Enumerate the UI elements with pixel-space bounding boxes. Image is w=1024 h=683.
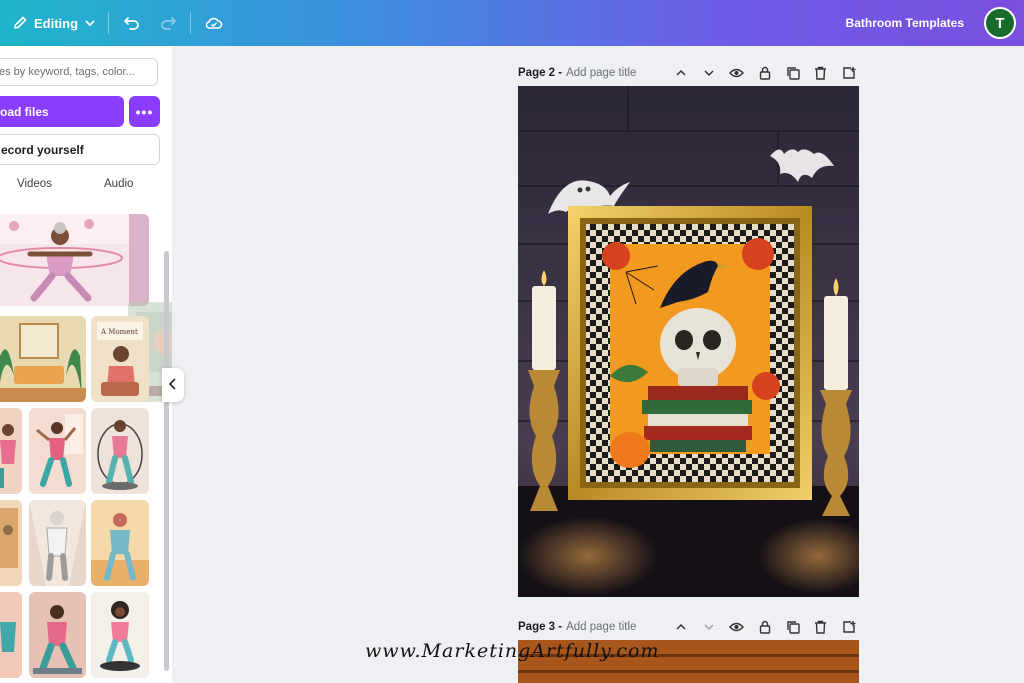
- tab-audio[interactable]: Audio: [104, 178, 133, 190]
- collapse-panel-button[interactable]: [162, 368, 184, 402]
- upload-thumbnail[interactable]: [0, 408, 22, 494]
- svg-text:A Moment: A Moment: [100, 328, 138, 336]
- upload-thumbnail[interactable]: [0, 316, 86, 402]
- upload-thumbnail[interactable]: [0, 500, 22, 586]
- add-page-icon[interactable]: [839, 64, 858, 83]
- upload-thumbnail[interactable]: [29, 408, 86, 494]
- upload-thumbnail[interactable]: [91, 500, 149, 586]
- duplicate-icon[interactable]: [783, 64, 802, 83]
- upload-thumbnail[interactable]: [29, 500, 86, 586]
- toolbar-divider: [190, 12, 191, 34]
- upload-thumbnail[interactable]: A Moment: [91, 316, 149, 402]
- document-title[interactable]: Bathroom Templates: [846, 0, 964, 46]
- record-yourself-button[interactable]: ecord yourself: [0, 134, 160, 165]
- eye-icon[interactable]: [727, 618, 746, 637]
- editing-label: Editing: [34, 15, 79, 31]
- media-tabs: Videos Audio: [0, 178, 172, 198]
- page-3-header: Page 3 - Add page title: [518, 616, 858, 638]
- upload-thumbnail[interactable]: [0, 592, 22, 678]
- page-3-label: Page 3 -: [518, 621, 563, 633]
- undo-button[interactable]: [122, 0, 142, 46]
- chevron-down-icon[interactable]: [699, 64, 718, 83]
- chevron-up-icon[interactable]: [671, 64, 690, 83]
- page-2-label: Page 2 -: [518, 67, 563, 79]
- cloud-check-icon: [204, 13, 224, 33]
- toolbar-divider: [108, 12, 109, 34]
- upload-thumbnail[interactable]: [91, 592, 149, 678]
- page-2-canvas[interactable]: [518, 86, 859, 597]
- chevron-up-icon[interactable]: [671, 618, 690, 637]
- uploads-panel: es by keyword, tags, color... oad files …: [0, 46, 172, 683]
- search-input[interactable]: es by keyword, tags, color...: [0, 58, 158, 86]
- top-toolbar: Editing Bathroom Templates T: [0, 0, 1024, 46]
- page-tools: [671, 62, 858, 84]
- duplicate-icon[interactable]: [783, 618, 802, 637]
- avatar[interactable]: T: [984, 7, 1016, 39]
- more-options-button[interactable]: •••: [129, 96, 160, 127]
- page-tools: [671, 616, 858, 638]
- upload-files-button[interactable]: oad files: [0, 96, 124, 127]
- lock-icon[interactable]: [755, 618, 774, 637]
- chevron-down-icon[interactable]: [699, 618, 718, 637]
- redo-button[interactable]: [158, 0, 178, 46]
- eye-icon[interactable]: [727, 64, 746, 83]
- tab-videos[interactable]: Videos: [17, 178, 52, 190]
- lock-icon[interactable]: [755, 64, 774, 83]
- page-2-header: Page 2 - Add page title: [518, 62, 858, 84]
- redo-icon: [158, 13, 178, 33]
- chevron-left-icon: [168, 377, 178, 393]
- watermark-text: www.MarketingArtfully.com: [365, 640, 660, 662]
- chevron-down-icon: [84, 17, 96, 29]
- upload-thumbnail[interactable]: [91, 408, 149, 494]
- trash-icon[interactable]: [811, 64, 830, 83]
- trash-icon[interactable]: [811, 618, 830, 637]
- pencil-icon: [12, 15, 28, 31]
- add-page-title[interactable]: Add page title: [566, 67, 636, 79]
- add-page-icon[interactable]: [839, 618, 858, 637]
- halloween-artwork: [518, 86, 859, 597]
- upload-thumbnail[interactable]: [0, 214, 149, 306]
- editing-mode-dropdown[interactable]: Editing: [12, 0, 96, 46]
- add-page-title[interactable]: Add page title: [566, 621, 636, 633]
- panel-scrollbar[interactable]: [164, 251, 169, 671]
- save-status-button[interactable]: [204, 0, 224, 46]
- upload-thumbnail[interactable]: [29, 592, 86, 678]
- undo-icon: [122, 13, 142, 33]
